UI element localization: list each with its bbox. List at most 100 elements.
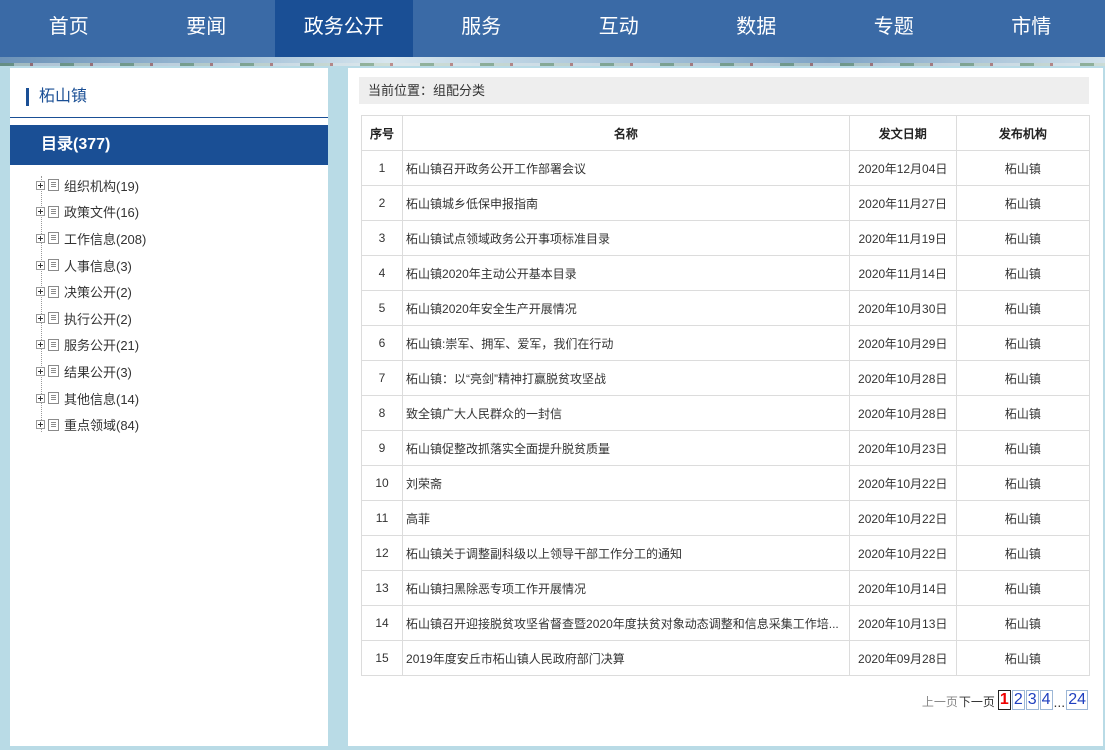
document-title-link[interactable]: 刘荣斋 xyxy=(402,465,850,501)
tree-item-label: 其他信息(14) xyxy=(64,391,140,407)
nav-data[interactable]: 数据 xyxy=(688,0,826,57)
publishing-org: 柘山镇 xyxy=(955,640,1091,676)
document-title-link[interactable]: 2019年度安丘市柘山镇人民政府部门决算 xyxy=(402,640,850,676)
tree-item[interactable]: 其他信息(14) xyxy=(36,385,316,412)
row-number: 3 xyxy=(360,220,404,256)
document-title-link[interactable]: 柘山镇召开政务公开工作部署会议 xyxy=(402,150,850,186)
main-panel: 当前位置：组配分类 序号 名称 发文日期 发布机构 1 柘山镇召开政务公开工作部署… xyxy=(348,68,1103,746)
table-row: 7 柘山镇：以“亮剑”精神打赢脱贫攻坚战 2020年10月28日 柘山镇 xyxy=(360,360,1091,396)
document-icon xyxy=(48,259,59,272)
category-tree: 组织机构(19) 政策文件(16) 工作信息(208) 人事信息(3) 决策公开… xyxy=(36,172,316,438)
prev-page-link[interactable]: 上一页 xyxy=(922,693,958,710)
document-title-link[interactable]: 柘山镇:崇军、拥军、爱军，我们在行动 xyxy=(402,325,850,361)
column-header-org: 发布机构 xyxy=(955,115,1091,151)
page-link-last[interactable]: 24 xyxy=(1066,690,1088,710)
table-row: 4 柘山镇2020年主动公开基本目录 2020年11月14日 柘山镇 xyxy=(360,255,1091,291)
document-title-link[interactable]: 致全镇广大人民群众的一封信 xyxy=(402,395,850,431)
tree-item-label: 重点领域(84) xyxy=(64,418,140,434)
nav-interaction[interactable]: 互动 xyxy=(550,0,688,57)
publishing-org: 柘山镇 xyxy=(955,395,1091,431)
document-icon xyxy=(48,285,59,298)
table-header-row: 序号 名称 发文日期 发布机构 xyxy=(360,115,1091,151)
document-title-link[interactable]: 高菲 xyxy=(402,500,850,536)
catalog-header[interactable]: 目录(377) xyxy=(10,125,328,165)
column-header-no: 序号 xyxy=(360,115,404,151)
expand-icon[interactable] xyxy=(36,233,45,243)
expand-icon[interactable] xyxy=(36,207,45,217)
row-number: 10 xyxy=(360,465,404,501)
table-row: 5 柘山镇2020年安全生产开展情况 2020年10月30日 柘山镇 xyxy=(360,290,1091,326)
row-number: 8 xyxy=(360,395,404,431)
column-header-date: 发文日期 xyxy=(848,115,957,151)
page-link[interactable]: 3 xyxy=(1025,690,1039,710)
document-icon xyxy=(48,338,59,351)
document-title-link[interactable]: 柘山镇试点领域政务公开事项标准目录 xyxy=(402,220,850,256)
expand-icon[interactable] xyxy=(36,260,45,270)
tree-item[interactable]: 执行公开(2) xyxy=(36,305,316,332)
document-title-link[interactable]: 柘山镇召开迎接脱贫攻坚省督查暨2020年度扶贫对象动态调整和信息采集工作培... xyxy=(402,605,850,641)
nav-home[interactable]: 首页 xyxy=(0,0,138,57)
document-title-link[interactable]: 柘山镇：以“亮剑”精神打赢脱贫攻坚战 xyxy=(402,360,850,396)
nav-news[interactable]: 要闻 xyxy=(138,0,276,57)
row-number: 12 xyxy=(360,535,404,571)
expand-icon[interactable] xyxy=(36,420,45,430)
banner-strip xyxy=(0,57,1105,66)
tree-item[interactable]: 决策公开(2) xyxy=(36,278,316,305)
document-table: 序号 名称 发文日期 发布机构 1 柘山镇召开政务公开工作部署会议 2020年12月… xyxy=(360,115,1091,676)
tree-item[interactable]: 人事信息(3) xyxy=(36,252,316,279)
tree-item[interactable]: 政策文件(16) xyxy=(36,199,316,226)
tree-item[interactable]: 结果公开(3) xyxy=(36,358,316,385)
tree-item-label: 决策公开(2) xyxy=(64,285,132,301)
expand-icon[interactable] xyxy=(36,287,45,297)
publishing-org: 柘山镇 xyxy=(955,465,1091,501)
breadcrumb: 当前位置：组配分类 xyxy=(359,77,1089,104)
table-row: 11 高菲 2020年10月22日 柘山镇 xyxy=(360,500,1091,536)
expand-icon[interactable] xyxy=(36,313,45,323)
document-title-link[interactable]: 柘山镇城乡低保申报指南 xyxy=(402,185,850,221)
tree-item[interactable]: 服务公开(21) xyxy=(36,332,316,359)
nav-topics[interactable]: 专题 xyxy=(825,0,963,57)
document-title-link[interactable]: 柘山镇关于调整副科级以上领导干部工作分工的通知 xyxy=(402,535,850,571)
publishing-org: 柘山镇 xyxy=(955,255,1091,291)
publish-date: 2020年11月14日 xyxy=(848,255,957,291)
publish-date: 2020年10月22日 xyxy=(848,535,957,571)
document-title-link[interactable]: 柘山镇2020年安全生产开展情况 xyxy=(402,290,850,326)
tree-item[interactable]: 组织机构(19) xyxy=(36,172,316,199)
row-number: 5 xyxy=(360,290,404,326)
publishing-org: 柘山镇 xyxy=(955,185,1091,221)
document-title-link[interactable]: 柘山镇扫黑除恶专项工作开展情况 xyxy=(402,570,850,606)
top-nav: 首页 要闻 政务公开 服务 互动 数据 专题 市情 xyxy=(0,0,1105,57)
page-link[interactable]: 2 xyxy=(1011,690,1025,710)
nav-city-info[interactable]: 市情 xyxy=(963,0,1101,57)
nav-services[interactable]: 服务 xyxy=(413,0,551,57)
sidebar-title: 柘山镇 xyxy=(26,88,87,106)
document-title-link[interactable]: 柘山镇促整改抓落实全面提升脱贫质量 xyxy=(402,430,850,466)
table-row: 3 柘山镇试点领域政务公开事项标准目录 2020年11月19日 柘山镇 xyxy=(360,220,1091,256)
tree-item-label: 政策文件(16) xyxy=(64,205,140,221)
sidebar: 柘山镇 目录(377) 组织机构(19) 政策文件(16) 工作信息(208) … xyxy=(10,68,328,746)
table-row: 10 刘荣斋 2020年10月22日 柘山镇 xyxy=(360,465,1091,501)
expand-icon[interactable] xyxy=(36,340,45,350)
tree-item[interactable]: 重点领域(84) xyxy=(36,411,316,438)
row-number: 11 xyxy=(360,500,404,536)
tree-item[interactable]: 工作信息(208) xyxy=(36,225,316,252)
publish-date: 2020年10月30日 xyxy=(848,290,957,326)
nav-gov-open[interactable]: 政务公开 xyxy=(275,0,413,57)
tree-item-label: 工作信息(208) xyxy=(64,231,147,247)
tree-item-label: 人事信息(3) xyxy=(64,258,132,274)
table-row: 14 柘山镇召开迎接脱贫攻坚省督查暨2020年度扶贫对象动态调整和信息采集工作培.… xyxy=(360,605,1091,641)
page-link[interactable]: 4 xyxy=(1039,690,1053,710)
publishing-org: 柘山镇 xyxy=(955,500,1091,536)
next-page-link[interactable]: 下一页 xyxy=(959,693,995,710)
publish-date: 2020年10月23日 xyxy=(848,430,957,466)
expand-icon[interactable] xyxy=(36,180,45,190)
document-title-link[interactable]: 柘山镇2020年主动公开基本目录 xyxy=(402,255,850,291)
table-row: 9 柘山镇促整改抓落实全面提升脱贫质量 2020年10月23日 柘山镇 xyxy=(360,430,1091,466)
table-row: 6 柘山镇:崇军、拥军、爱军，我们在行动 2020年10月29日 柘山镇 xyxy=(360,325,1091,361)
row-number: 1 xyxy=(360,150,404,186)
expand-icon[interactable] xyxy=(36,393,45,403)
document-icon xyxy=(48,418,59,431)
page-link-current[interactable]: 1 xyxy=(997,690,1011,710)
row-number: 7 xyxy=(360,360,404,396)
expand-icon[interactable] xyxy=(36,366,45,376)
